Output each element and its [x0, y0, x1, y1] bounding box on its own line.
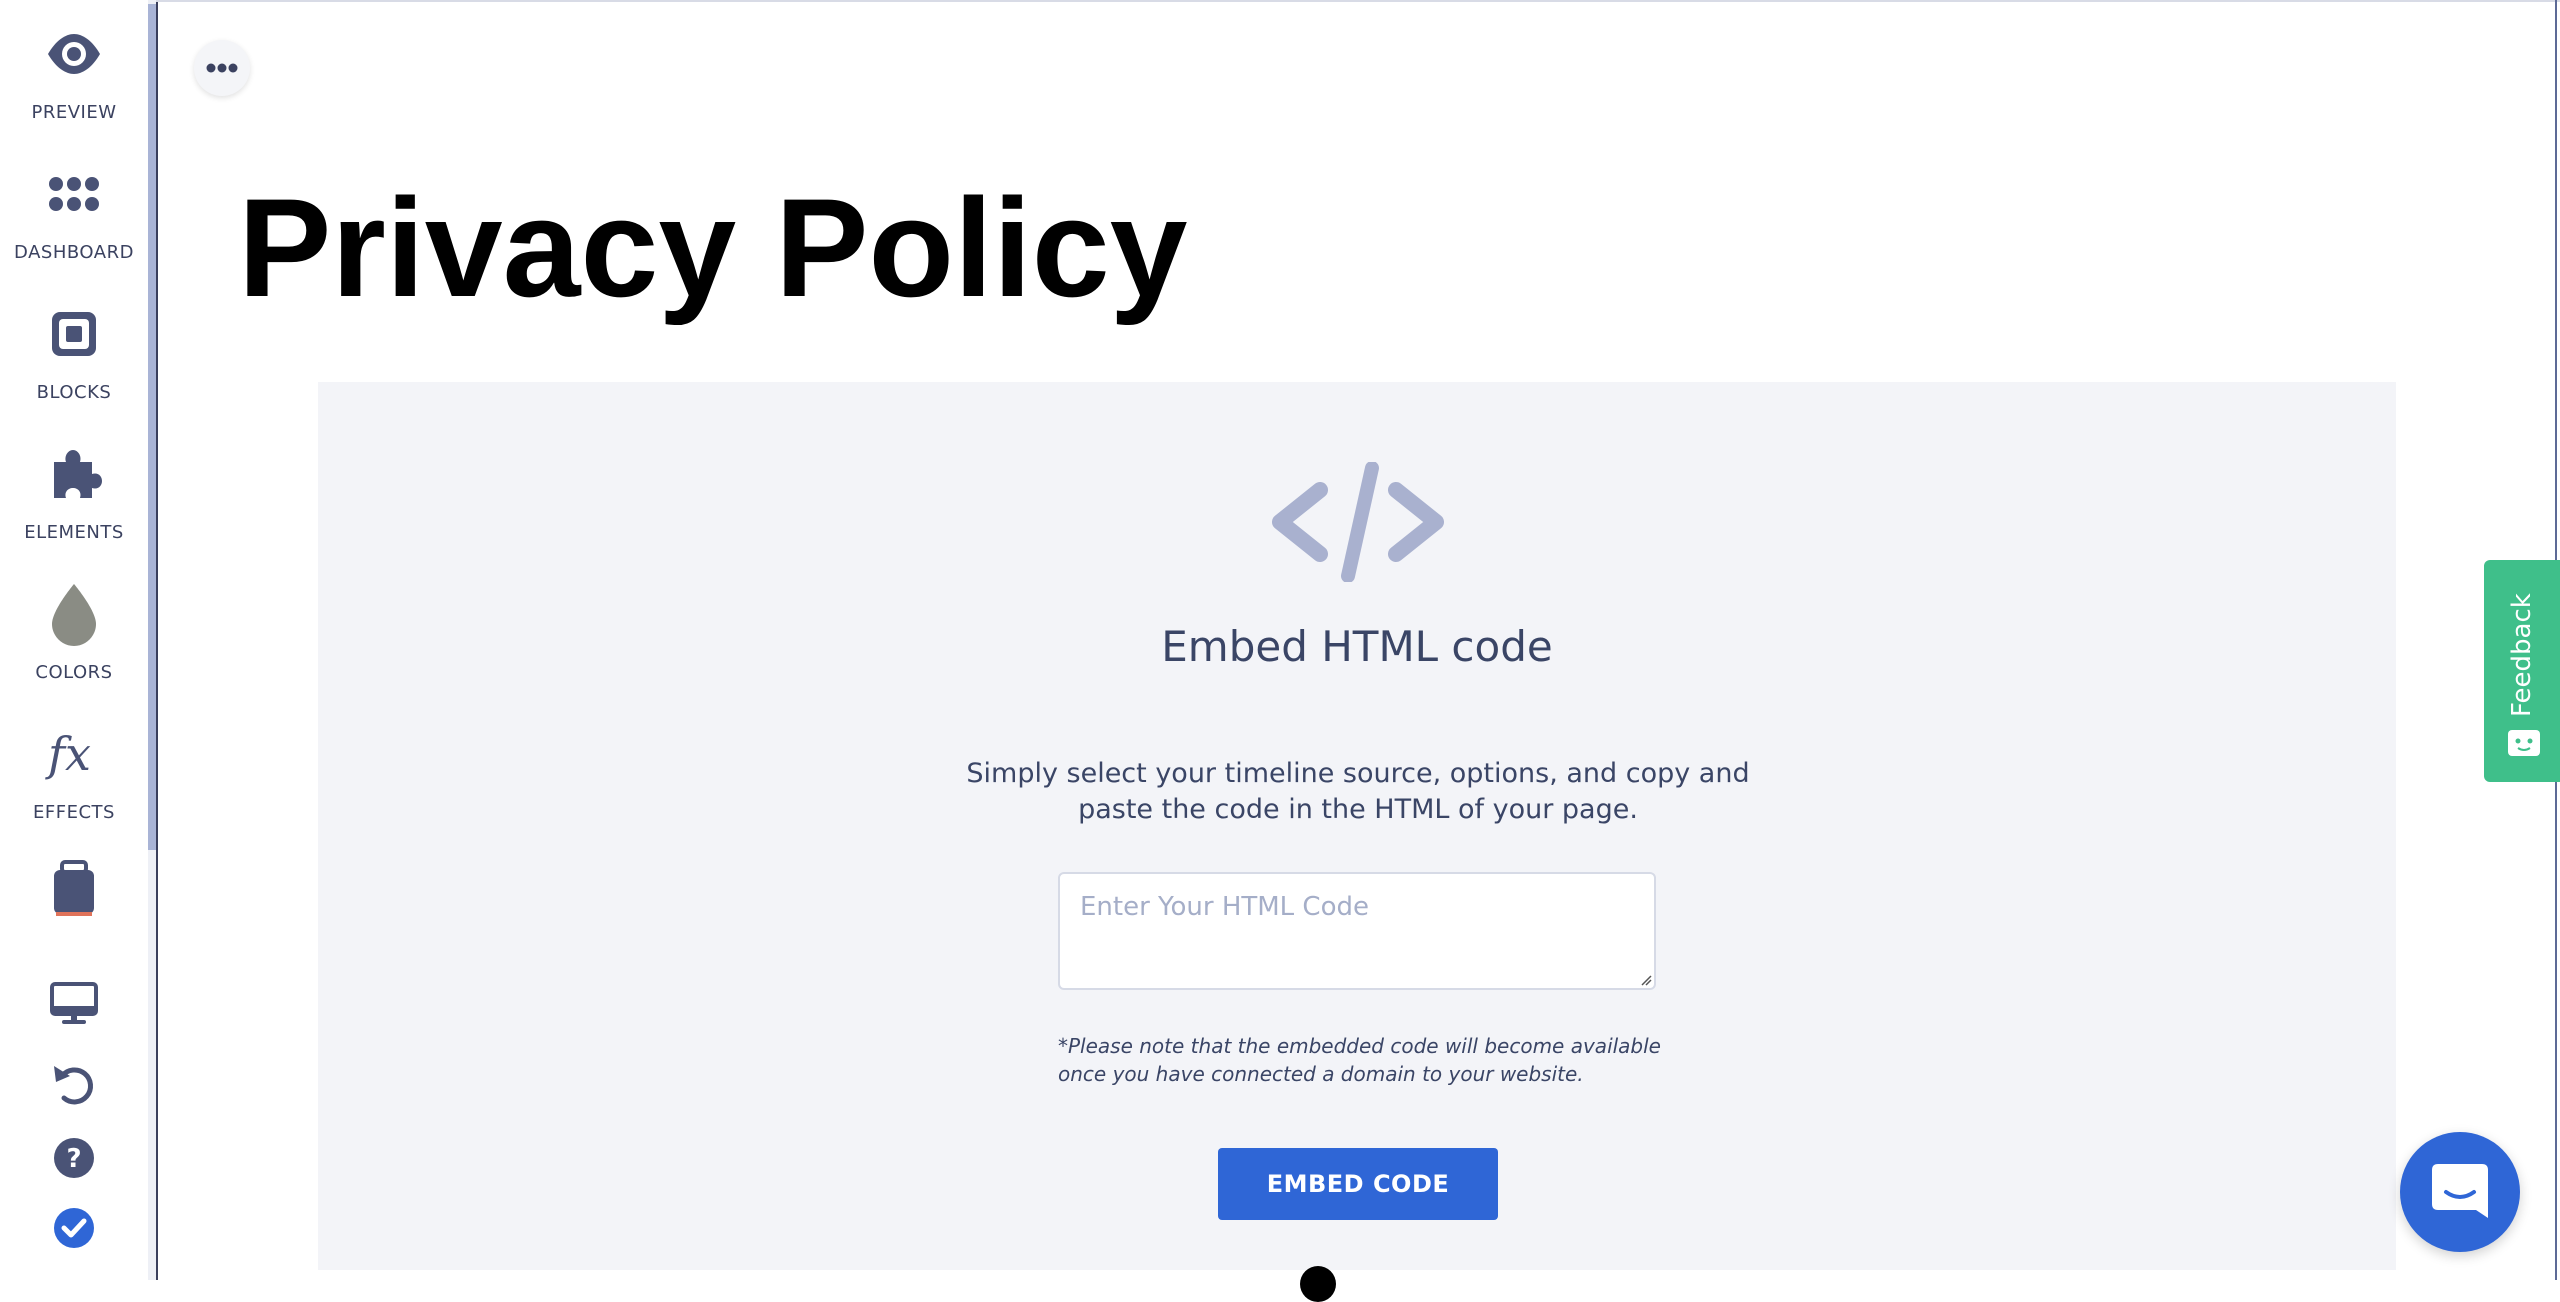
- embed-html-block[interactable]: Embed HTML code Simply select your timel…: [318, 382, 2396, 1270]
- drop-icon: [52, 584, 96, 646]
- feedback-tab[interactable]: Feedback: [2484, 560, 2560, 782]
- page-title[interactable]: Privacy Policy: [238, 168, 1188, 328]
- embed-code-button[interactable]: EMBED CODE: [1218, 1148, 1498, 1220]
- eye-icon: [48, 34, 100, 74]
- embed-note: *Please note that the embedded code will…: [1058, 1034, 1661, 1086]
- embed-heading: Embed HTML code: [1161, 622, 1553, 671]
- sidebar-item-store[interactable]: [0, 840, 148, 920]
- help-icon[interactable]: ?: [44, 1128, 104, 1188]
- sidebar-scrollbar[interactable]: [148, 0, 156, 1280]
- canvas-border: [156, 0, 2560, 2]
- sidebar-item-elements[interactable]: ELEMENTS: [0, 420, 148, 550]
- left-sidebar: PREVIEW DASHBOARD BLOCKS ELEMENTS COLORS…: [0, 0, 148, 1280]
- svg-text:fx: fx: [45, 727, 91, 781]
- svg-text:?: ?: [66, 1144, 81, 1174]
- sidebar-item-effects[interactable]: fx EFFECTS: [0, 700, 148, 830]
- chat-face-icon: [2508, 730, 2540, 756]
- more-dots-icon: [206, 63, 238, 73]
- canvas-border: [156, 0, 158, 1280]
- embed-description: Simply select your timeline source, opti…: [966, 758, 1750, 825]
- block-drag-handle[interactable]: [1300, 1266, 1336, 1302]
- sidebar-item-label: ELEMENTS: [24, 522, 124, 543]
- puzzle-icon: [54, 450, 102, 498]
- html-code-input[interactable]: [1058, 872, 1656, 990]
- publish-check-icon[interactable]: [44, 1198, 104, 1258]
- sidebar-item-preview[interactable]: PREVIEW: [0, 0, 148, 130]
- sidebar-item-label: COLORS: [35, 662, 113, 683]
- briefcase-icon: [54, 860, 94, 916]
- sidebar-item-label: EFFECTS: [33, 802, 115, 823]
- code-icon: [1272, 462, 1444, 582]
- resize-grip-icon[interactable]: [1640, 974, 1652, 986]
- sidebar-scrollbar-thumb[interactable]: [148, 4, 156, 850]
- feedback-label: Feedback: [2507, 593, 2537, 717]
- undo-icon[interactable]: [44, 1054, 104, 1114]
- messenger-icon: [2432, 1164, 2488, 1218]
- chat-launcher-button[interactable]: [2400, 1132, 2520, 1252]
- more-options-button[interactable]: [194, 40, 250, 96]
- sidebar-item-label: PREVIEW: [31, 102, 117, 123]
- grid-dots-icon: [49, 177, 99, 211]
- block-icon: [52, 312, 96, 356]
- sidebar-item-blocks[interactable]: BLOCKS: [0, 280, 148, 410]
- sidebar-item-dashboard[interactable]: DASHBOARD: [0, 140, 148, 270]
- sidebar-item-label: DASHBOARD: [14, 242, 134, 263]
- sidebar-item-label: BLOCKS: [36, 382, 112, 403]
- fx-icon: fx: [45, 727, 91, 781]
- sidebar-item-colors[interactable]: COLORS: [0, 560, 148, 690]
- desktop-icon[interactable]: [44, 972, 104, 1032]
